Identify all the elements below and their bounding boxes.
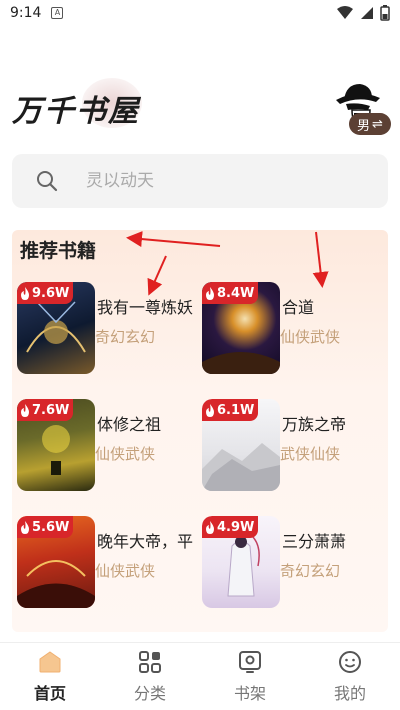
heat-badge: 5.6W	[17, 516, 74, 538]
heat-badge: 9.6W	[17, 282, 74, 304]
book-category: 仙侠武侠	[280, 328, 341, 346]
book-category: 奇幻玄幻	[95, 328, 156, 346]
home-icon	[39, 650, 61, 672]
heat-count: 5.6W	[32, 519, 70, 535]
flame-icon	[21, 520, 29, 534]
grid-icon	[139, 650, 161, 673]
heat-count: 8.4W	[217, 285, 255, 301]
cell-signal-icon	[361, 7, 373, 19]
heat-badge: 4.9W	[202, 516, 259, 538]
book-title[interactable]: 三分萧萧	[282, 528, 392, 552]
heat-badge: 6.1W	[202, 399, 259, 421]
status-bar: 9:14 A	[0, 0, 400, 26]
flame-icon	[206, 286, 214, 300]
book-card[interactable]: 5.6W 晚年大帝，平 仙侠武侠	[17, 516, 207, 616]
book-title[interactable]: 我有一尊炼妖	[97, 294, 207, 318]
book-title[interactable]: 晚年大帝，平	[97, 528, 207, 552]
heat-badge: 7.6W	[17, 399, 74, 421]
gender-switch-button[interactable]: 男 ⇌	[349, 113, 391, 135]
heat-count: 6.1W	[217, 402, 255, 418]
flame-icon	[206, 520, 214, 534]
heat-count: 7.6W	[32, 402, 70, 418]
book-cover[interactable]: 9.6W	[17, 282, 95, 374]
book-cover[interactable]: 4.9W	[202, 516, 280, 608]
nav-bookshelf[interactable]: 书架	[200, 643, 300, 710]
status-time: 9:14	[10, 5, 42, 21]
search-bar[interactable]	[12, 154, 388, 208]
app-logo: 万千书屋	[12, 78, 162, 130]
bookshelf-icon	[239, 650, 261, 673]
book-title[interactable]: 万族之帝	[282, 411, 392, 435]
app-screen: 9:14 A 万千书屋 男 ⇌ 推荐书	[0, 0, 400, 710]
book-cover[interactable]: 7.6W	[17, 399, 95, 491]
profile-icon	[339, 650, 361, 673]
book-category: 仙侠武侠	[95, 445, 156, 463]
nav-bookshelf-label: 书架	[233, 683, 266, 703]
nav-profile[interactable]: 我的	[300, 643, 400, 710]
wifi-icon	[337, 6, 353, 19]
gender-label: 男	[357, 118, 371, 134]
search-icon	[37, 171, 58, 192]
heat-badge: 8.4W	[202, 282, 259, 304]
book-category: 仙侠武侠	[95, 562, 156, 580]
search-input[interactable]	[86, 171, 346, 191]
flame-icon	[21, 286, 29, 300]
book-card[interactable]: 4.9W 三分萧萧 奇幻玄幻	[202, 516, 392, 616]
nav-category[interactable]: 分类	[100, 643, 200, 710]
book-title[interactable]: 合道	[282, 294, 392, 318]
book-category: 奇幻玄幻	[280, 562, 341, 580]
book-card[interactable]: 8.4W 合道 仙侠武侠	[202, 282, 392, 382]
nav-profile-label: 我的	[333, 683, 366, 703]
swap-icon: ⇌	[372, 116, 383, 132]
book-cover[interactable]: 8.4W	[202, 282, 280, 374]
book-title[interactable]: 体修之祖	[97, 411, 207, 435]
battery-icon	[380, 5, 390, 21]
bottom-nav: 首页 分类 书架 我的	[0, 643, 400, 710]
book-card[interactable]: 6.1W 万族之帝 武侠仙侠	[202, 399, 392, 499]
book-card[interactable]: 7.6W 体修之祖 仙侠武侠	[17, 399, 207, 499]
book-cover[interactable]: 6.1W	[202, 399, 280, 491]
recommend-title: 推荐书籍	[20, 240, 97, 262]
flame-icon	[206, 403, 214, 417]
book-cover[interactable]: 5.6W	[17, 516, 95, 608]
book-category: 武侠仙侠	[280, 445, 341, 463]
flame-icon	[21, 403, 29, 417]
heat-count: 4.9W	[217, 519, 255, 535]
notification-icon: A	[51, 7, 64, 19]
nav-home[interactable]: 首页	[0, 643, 100, 710]
nav-category-label: 分类	[133, 683, 166, 703]
nav-home-label: 首页	[33, 683, 66, 703]
app-title: 万千书屋	[12, 94, 140, 129]
book-card[interactable]: 9.6W 我有一尊炼妖 奇幻玄幻	[17, 282, 207, 382]
status-icons	[336, 5, 390, 21]
heat-count: 9.6W	[32, 285, 70, 301]
